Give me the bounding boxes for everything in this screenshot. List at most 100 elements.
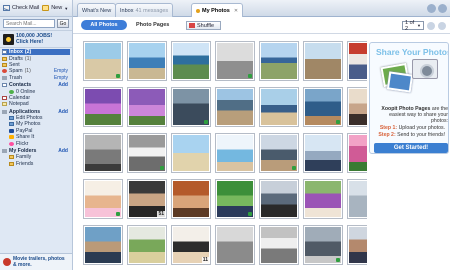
- photo-thumbnail[interactable]: [259, 133, 299, 173]
- camera-icon: [412, 59, 438, 79]
- all-photos-button[interactable]: All Photos: [81, 20, 127, 30]
- online-icon: [9, 89, 14, 94]
- shuffle-button[interactable]: Shuffle: [186, 21, 221, 30]
- photo-image: [261, 89, 297, 125]
- photo-icon: [9, 122, 14, 127]
- photo-thumbnail[interactable]: [303, 87, 343, 127]
- flickr-icon: [9, 141, 14, 146]
- sidebar-item-trash[interactable]: Trash Empty: [2, 75, 70, 81]
- photo-toolbar: All Photos Photo Pages Shuffle 1 of 2 ▼: [73, 17, 450, 34]
- photo-thumbnail[interactable]: [127, 133, 167, 173]
- photo-thumbnail[interactable]: [303, 133, 343, 173]
- add-contact-link[interactable]: Add: [58, 82, 68, 88]
- new-icon: [42, 5, 50, 11]
- status-icon: [248, 212, 252, 216]
- tab-whats-new[interactable]: What's New: [77, 3, 117, 17]
- photo-thumbnail[interactable]: [303, 225, 343, 265]
- collapse-icon: [2, 109, 7, 114]
- photo-thumbnail[interactable]: [303, 41, 343, 81]
- page-select[interactable]: 1 of 2 ▼: [402, 20, 424, 32]
- photo-pages-link[interactable]: Photo Pages: [136, 22, 169, 28]
- photo-image: [129, 227, 165, 263]
- photo-thumbnail[interactable]: [259, 179, 299, 219]
- photo-count-badge: 11: [201, 257, 209, 263]
- next-page-icon[interactable]: [438, 21, 446, 30]
- photo-thumbnail[interactable]: [171, 133, 211, 173]
- photo-thumbnail[interactable]: [215, 41, 255, 81]
- folder-icon: [9, 155, 14, 160]
- photo-icon: [9, 116, 14, 121]
- photo-thumbnail[interactable]: [83, 87, 123, 127]
- sidebar-item-notepad[interactable]: Notepad: [2, 101, 70, 107]
- add-folder-link[interactable]: Add: [58, 148, 68, 154]
- status-icon: [116, 74, 120, 78]
- photo-thumbnail[interactable]: [303, 179, 343, 219]
- photo-thumbnail[interactable]: [127, 41, 167, 81]
- photo-grid: 511141: [73, 34, 387, 270]
- photo-thumbnail[interactable]: [83, 225, 123, 265]
- new-button[interactable]: New ▼: [42, 5, 68, 11]
- forward-arrow-icon[interactable]: [438, 4, 447, 13]
- photo-image: [305, 181, 341, 217]
- photo-thumbnail[interactable]: [83, 41, 123, 81]
- tab-inbox[interactable]: Inbox 41 messages: [115, 3, 174, 17]
- photo-thumbnail[interactable]: [171, 41, 211, 81]
- photo-thumbnail[interactable]: [83, 179, 123, 219]
- prev-page-icon[interactable]: [427, 21, 435, 30]
- envelope-icon: [2, 50, 7, 55]
- trash-icon: [2, 75, 7, 80]
- photo-image: [217, 135, 253, 171]
- folder-icon: [9, 161, 14, 166]
- jobs-ad-link[interactable]: 100,000 JOBS! Click Here!: [0, 31, 72, 48]
- search-go-button[interactable]: Go: [57, 19, 69, 28]
- photo-thumbnail[interactable]: [171, 179, 211, 219]
- app-window: Check Mail New ▼ Go 100,000 JOBS! Click …: [0, 0, 450, 270]
- status-icon: [116, 212, 120, 216]
- promo-panel: Share Your Photos Xoopit Photo Pages are…: [367, 34, 450, 270]
- photo-thumbnail[interactable]: [215, 87, 255, 127]
- photo-thumbnail[interactable]: [259, 87, 299, 127]
- photo-image: [261, 227, 297, 263]
- photo-image: [173, 181, 209, 217]
- photo-image: [261, 181, 297, 217]
- get-started-button[interactable]: Get Started!: [374, 143, 448, 153]
- photo-image: [129, 43, 165, 79]
- status-icon: [336, 258, 340, 262]
- share-photos-card: Share Your Photos Xoopit Photo Pages are…: [369, 42, 449, 154]
- empty-trash-link[interactable]: Empty: [54, 75, 68, 81]
- photo-image: [305, 43, 341, 79]
- ad-icon: [3, 33, 14, 45]
- photo-thumbnail[interactable]: 51: [127, 179, 167, 219]
- sidebar-promo-link[interactable]: Movie trailers, photos & more.: [0, 253, 72, 270]
- tab-my-photos[interactable]: My Photos ✕: [191, 3, 244, 17]
- empty-spam-link[interactable]: Empty: [54, 68, 68, 74]
- photo-thumbnail[interactable]: [83, 133, 123, 173]
- search-input[interactable]: [3, 19, 55, 28]
- chevron-down-icon: ▼: [417, 23, 421, 28]
- photo-image: [85, 89, 121, 125]
- movie-icon: [3, 258, 11, 266]
- photo-thumbnail[interactable]: [259, 41, 299, 81]
- photo-thumbnail[interactable]: [171, 87, 211, 127]
- photo-image: [85, 227, 121, 263]
- chevron-down-icon: ▼: [64, 5, 69, 11]
- photo-thumbnail[interactable]: [259, 225, 299, 265]
- photo-thumbnail[interactable]: [215, 133, 255, 173]
- photo-thumbnail[interactable]: [127, 87, 167, 127]
- back-arrow-icon[interactable]: [427, 4, 436, 13]
- close-icon[interactable]: ✕: [234, 8, 238, 14]
- photo-thumbnail[interactable]: [215, 179, 255, 219]
- photo-thumbnail[interactable]: 11: [171, 225, 211, 265]
- photo-thumbnail[interactable]: [215, 225, 255, 265]
- shuffle-icon: [189, 23, 195, 28]
- spam-icon: [2, 69, 7, 74]
- photos-tab-icon: [196, 8, 200, 13]
- mail-sidebar: Check Mail New ▼ Go 100,000 JOBS! Click …: [0, 0, 73, 270]
- sidebar-item-flickr[interactable]: Flickr: [2, 140, 70, 147]
- sidebar-item-friends[interactable]: Friends: [2, 161, 70, 167]
- photo-thumbnail[interactable]: [127, 225, 167, 265]
- photo-image: [173, 135, 209, 171]
- check-mail-button[interactable]: Check Mail: [3, 5, 39, 11]
- add-application-link[interactable]: Add: [58, 109, 68, 115]
- promo-step-1: Step 1: Upload your photos.: [379, 125, 445, 131]
